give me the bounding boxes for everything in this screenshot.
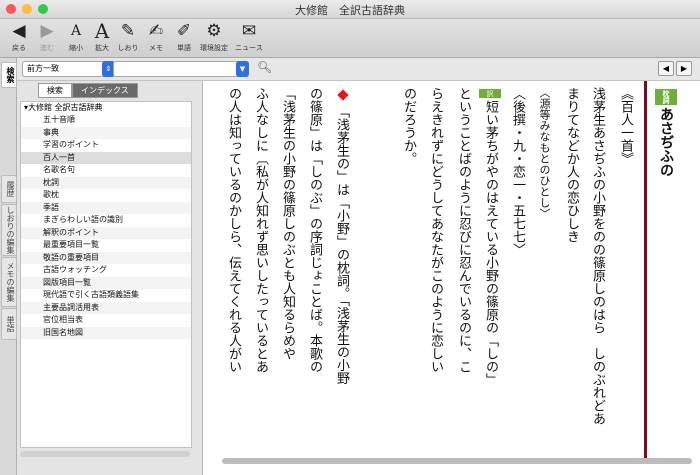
- prev-entry-icon[interactable]: ◀: [658, 61, 674, 76]
- search-mode-select[interactable]: 前方一致 ⇕: [22, 61, 115, 77]
- tree-item[interactable]: 敬語の重要項目: [21, 251, 191, 264]
- entry-content: 枕詞あさぢふの 《百人一首》 浅茅生あさぢふの小野をのの篠原しのはら しのぶれど…: [203, 81, 700, 475]
- tree-item[interactable]: 季語: [21, 201, 191, 214]
- tree-item[interactable]: 枕詞: [21, 176, 191, 189]
- section-label: 《百人一首》: [618, 87, 633, 165]
- search-input[interactable]: ▼: [113, 61, 249, 77]
- translation-line-2: ということばのように忍びに忍んでいるのに、こ: [456, 87, 471, 373]
- side-tab-bookmarks[interactable]: しおりの編集: [1, 204, 17, 256]
- tree-item[interactable]: 旧国名地図: [21, 326, 191, 339]
- tree-item[interactable]: 事典: [21, 126, 191, 139]
- tree-item[interactable]: 五十音順: [21, 114, 191, 127]
- title-bar: 大修館 全訳古語辞典: [0, 0, 700, 19]
- note-line-5: の人は知っているのかしら、伝えてくれる人がい: [226, 87, 241, 373]
- side-tab-search[interactable]: 検索: [1, 62, 17, 88]
- tree-item[interactable]: 古語ウォッチング: [21, 264, 191, 277]
- note-line-2: の篠原」は「しのぶ」の序詞じょことば。本歌の: [307, 87, 322, 373]
- tab-search[interactable]: 検索: [38, 83, 72, 98]
- search-mode-value: 前方一致: [27, 64, 59, 73]
- next-entry-icon[interactable]: ▶: [676, 61, 692, 76]
- window-title: 大修館 全訳古語辞典: [295, 4, 405, 17]
- note-line-3: 「浅茅生の小野の篠原しのぶとも人知るらめや: [280, 87, 295, 360]
- translation-line-3: らえきれずにどうしてあなたがこのように恋しい: [428, 87, 443, 373]
- tree-item[interactable]: 主要品詞活用表: [21, 301, 191, 314]
- headword-text: あさぢふの: [658, 107, 674, 177]
- side-tab-memos[interactable]: メモの編集: [1, 257, 17, 307]
- pillow-word-badge: 枕詞: [655, 89, 677, 105]
- tree-item[interactable]: 現代語で引く古語類義語集: [21, 289, 191, 302]
- tree-item[interactable]: まぎらわしい語の識別: [21, 214, 191, 227]
- news-button[interactable]: ✉ ニュース: [232, 19, 266, 57]
- toolbar: ◀ 戻る ▶ 進む A 縮小 A 拡大 ✎ しおり ✍ メモ ✐ 単語 ⚙ 環境…: [0, 19, 700, 58]
- pane-segmented-control: 検索 インデックス: [38, 83, 138, 98]
- side-tab-bar: 検索 履歴 しおりの編集 メモの編集 単語: [0, 58, 17, 475]
- poem-line-2: まりてなどか人の恋ひしき: [564, 87, 579, 243]
- side-tab-words[interactable]: 単語: [1, 308, 17, 340]
- tree-item[interactable]: 名歌名句: [21, 164, 191, 177]
- tree-item[interactable]: 最重要項目一覧: [21, 239, 191, 252]
- tree-item[interactable]: 図版項目一覧: [21, 276, 191, 289]
- note-marker-icon: [337, 89, 349, 101]
- gear-icon: ⚙: [206, 21, 222, 41]
- translation-line-1: 訳短い茅ちがやのはえている小野の篠原の「しの」: [479, 87, 501, 386]
- translation-badge: 訳: [479, 89, 501, 98]
- tree-item[interactable]: 歌枕: [21, 189, 191, 202]
- poem-author: 〈源等みなもとのひとし〉: [538, 87, 551, 219]
- note-line-1: 「浅茅生の」は「小野」の枕詞。「浅茅生の小野: [334, 105, 349, 385]
- wordbook-icon: ✐: [176, 21, 192, 41]
- entry-nav: ◀ ▶: [658, 61, 692, 76]
- index-tree: ▾大修館 全訳古語辞典 五十音順 事典 学習のポイント 百人一首 名歌名句 枕詞…: [20, 101, 192, 448]
- mailbox-icon: ✉: [241, 21, 257, 41]
- tree-root-label: 大修館 全訳古語辞典: [28, 103, 103, 112]
- poem-source: 〈後撰・九・恋一・五七七〉: [510, 87, 525, 256]
- tree-item[interactable]: 学習のポイント: [21, 139, 191, 152]
- note-line-4: ふ人なしに〔私が人知れず思いしたっているとあ: [253, 87, 268, 373]
- search-bar: 前方一致 ⇕ ▼ 🔍︎ ◀ ▶: [17, 58, 700, 81]
- tab-index[interactable]: インデックス: [72, 83, 138, 98]
- translation-line-4: のだろうか。: [401, 87, 416, 165]
- content-horizontal-scrollbar[interactable]: [222, 458, 692, 464]
- poem-line-1: 浅茅生あさぢふの小野をのの篠原しのはら しのぶれどあ: [590, 87, 605, 425]
- news-label: ニュース: [235, 44, 263, 52]
- entry-headword: 枕詞あさぢふの: [655, 87, 677, 177]
- tree-horizontal-scrollbar[interactable]: [20, 451, 190, 457]
- search-icon[interactable]: 🔍︎: [257, 60, 272, 74]
- side-tab-history[interactable]: 履歴: [1, 175, 17, 203]
- index-pane: 検索 インデックス ▾大修館 全訳古語辞典 五十音順 事典 学習のポイント 百人…: [17, 81, 203, 475]
- chevron-down-icon[interactable]: ▼: [236, 61, 249, 77]
- translation-text: 短い茅ちがやのはえている小野の篠原の「しの」: [483, 100, 498, 386]
- tree-item[interactable]: 解釈のポイント: [21, 226, 191, 239]
- tree-root[interactable]: ▾大修館 全訳古語辞典: [21, 102, 191, 114]
- tree-item-selected[interactable]: 百人一首: [21, 151, 191, 164]
- tree-item[interactable]: 官位相当表: [21, 314, 191, 327]
- accent-bar: [644, 81, 647, 461]
